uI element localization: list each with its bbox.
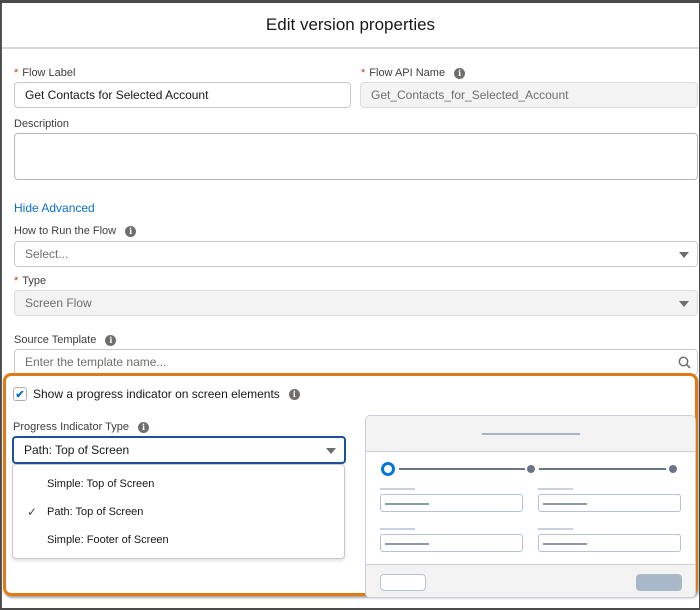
chevron-down-icon [679,301,689,307]
required-marker: * [361,67,366,79]
option-label: Simple: Top of Screen [47,478,155,490]
required-marker: * [14,67,19,79]
show-progress-text: Show a progress indicator on screen elem… [33,387,280,401]
type-text: Type [22,275,47,287]
required-marker: * [14,275,19,287]
flow-api-name-label: * Flow API Name i [361,67,466,79]
preview-label-bar [538,488,573,490]
source-template-placeholder: Enter the template name... [25,355,167,369]
info-icon[interactable]: i [105,334,117,346]
preview-input [380,494,523,512]
check-icon: ✓ [27,505,38,519]
preview-input [538,494,681,512]
info-icon[interactable]: i [288,388,300,400]
chevron-down-icon [679,252,689,258]
option-simple-top[interactable]: Simple: Top of Screen [13,471,344,497]
search-icon[interactable] [678,356,691,369]
chevron-down-icon [326,448,336,454]
modal-title: Edit version properties [265,15,436,34]
preview-label-bar [380,488,415,490]
path-step-current-icon [381,462,395,476]
option-label: Simple: Footer of Screen [47,534,169,546]
flow-label-input[interactable]: Get Contacts for Selected Account [14,82,351,108]
preview-footer [366,564,695,597]
preview-input [380,534,523,552]
progress-type-text: Progress Indicator Type [13,421,129,433]
source-template-label: Source Template i [14,334,117,346]
info-icon[interactable]: i [137,421,149,433]
how-to-run-label: How to Run the Flow i [14,225,137,237]
description-label: Description [14,118,69,130]
path-step-icon [527,465,535,473]
how-to-run-placeholder: Select... [25,247,69,261]
hide-advanced-link[interactable]: Hide Advanced [14,201,95,215]
source-template-input[interactable]: Enter the template name... [14,349,698,375]
flow-api-name-text: Flow API Name [369,67,446,79]
flow-label-label: * Flow Label [14,67,75,79]
preview-title-bar [482,433,580,435]
type-value: Screen Flow [25,296,92,310]
preview-next-button [636,574,682,591]
type-select[interactable]: Screen Flow [14,290,698,316]
flow-label-text: Flow Label [22,67,76,79]
progress-type-value: Path: Top of Screen [24,443,130,457]
path-connector [539,468,666,470]
option-simple-footer[interactable]: Simple: Footer of Screen [13,527,344,553]
path-step-icon [669,465,677,473]
how-to-run-select[interactable]: Select... [14,241,698,267]
description-text: Description [14,118,70,130]
info-icon[interactable]: i [125,225,137,237]
preview-label-bar [380,528,415,530]
flow-api-name-value: Get_Contacts_for_Selected_Account [371,88,569,102]
source-template-text: Source Template [14,334,97,346]
type-label: * Type [14,275,46,287]
modal-header: Edit version properties [2,3,699,49]
preview-label-bar [538,528,573,530]
progress-type-dropdown: Simple: Top of Screen ✓ Path: Top of Scr… [12,464,345,559]
preview-input [538,534,681,552]
checkmark-icon: ✔ [15,388,25,401]
flow-api-name-input[interactable]: Get_Contacts_for_Selected_Account [360,82,698,108]
option-label: Path: Top of Screen [47,506,144,518]
path-connector [399,468,525,470]
preview-back-button [380,574,426,591]
show-progress-checkbox[interactable]: ✔ [13,387,27,401]
show-progress-label: Show a progress indicator on screen elem… [33,387,300,401]
progress-preview-illustration [365,415,696,598]
how-to-run-text: How to Run the Flow [14,225,117,237]
progress-type-select[interactable]: Path: Top of Screen [12,436,346,464]
info-icon[interactable]: i [454,67,466,79]
flow-label-value: Get Contacts for Selected Account [25,88,209,102]
progress-type-label: Progress Indicator Type i [13,421,149,433]
preview-header [366,416,695,452]
option-path-top[interactable]: ✓ Path: Top of Screen [13,499,344,525]
description-textarea[interactable] [14,133,698,180]
